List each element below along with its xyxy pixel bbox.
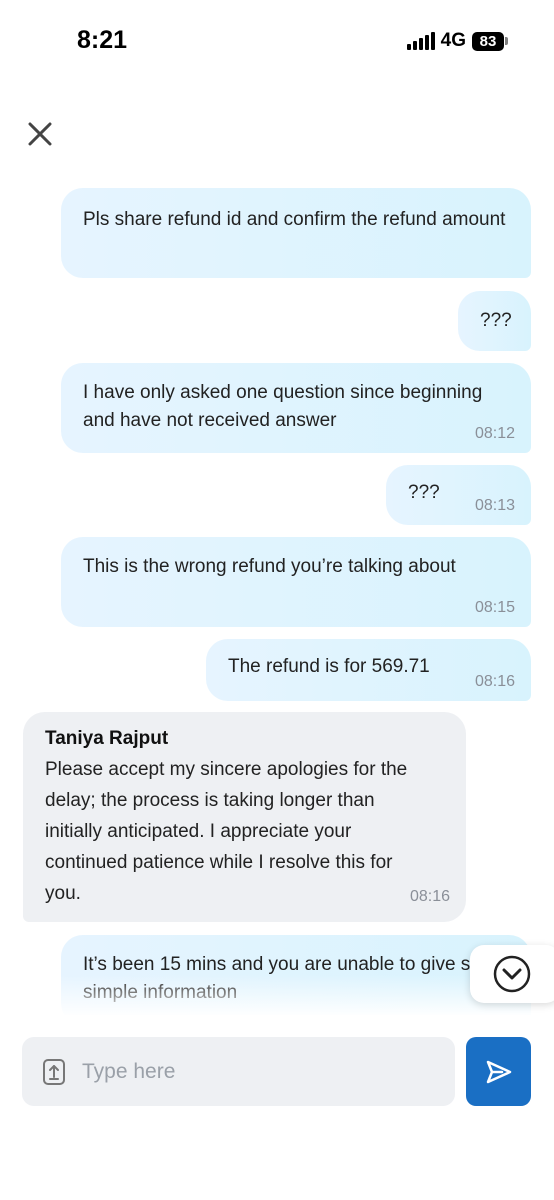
attach-file-icon[interactable] (42, 1058, 66, 1086)
message-time: 08:16 (474, 673, 515, 690)
chevron-down-icon (493, 955, 531, 993)
message-bubble-incoming: Taniya Rajput Please accept my sincere a… (23, 712, 466, 922)
scroll-to-bottom-button[interactable] (470, 945, 554, 1003)
message-time: 08:12 (474, 425, 515, 442)
message-bubble: This is the wrong refund you’re talking … (61, 537, 531, 627)
message-text: Pls share refund id and confirm the refu… (83, 209, 506, 230)
message-time: 08:13 (474, 497, 515, 514)
message-time: 08:15 (474, 599, 515, 616)
send-icon (486, 1060, 511, 1083)
message-bubble: The refund is for 569.71 08:16 (206, 639, 531, 701)
send-button[interactable] (466, 1037, 531, 1106)
sender-name: Taniya Rajput (45, 728, 169, 749)
message-text: This is the wrong refund you’re talking … (83, 556, 456, 577)
message-bubble: I have only asked one question since beg… (61, 363, 531, 453)
message-text: I have only asked one question since beg… (83, 382, 483, 431)
message-bubble: Pls share refund id and confirm the refu… (61, 188, 531, 278)
message-time: 08:16 (409, 888, 450, 905)
message-bubble: ??? (458, 291, 531, 351)
message-text: Please accept my sincere apologies for t… (45, 759, 408, 904)
message-input[interactable] (82, 1059, 402, 1084)
message-bubble: ??? 08:13 (386, 465, 531, 525)
message-text: ??? (480, 310, 512, 331)
message-list[interactable]: Pls share refund id and confirm the refu… (0, 0, 554, 1015)
message-text: The refund is for 569.71 (228, 656, 430, 677)
message-composer (22, 1037, 455, 1106)
